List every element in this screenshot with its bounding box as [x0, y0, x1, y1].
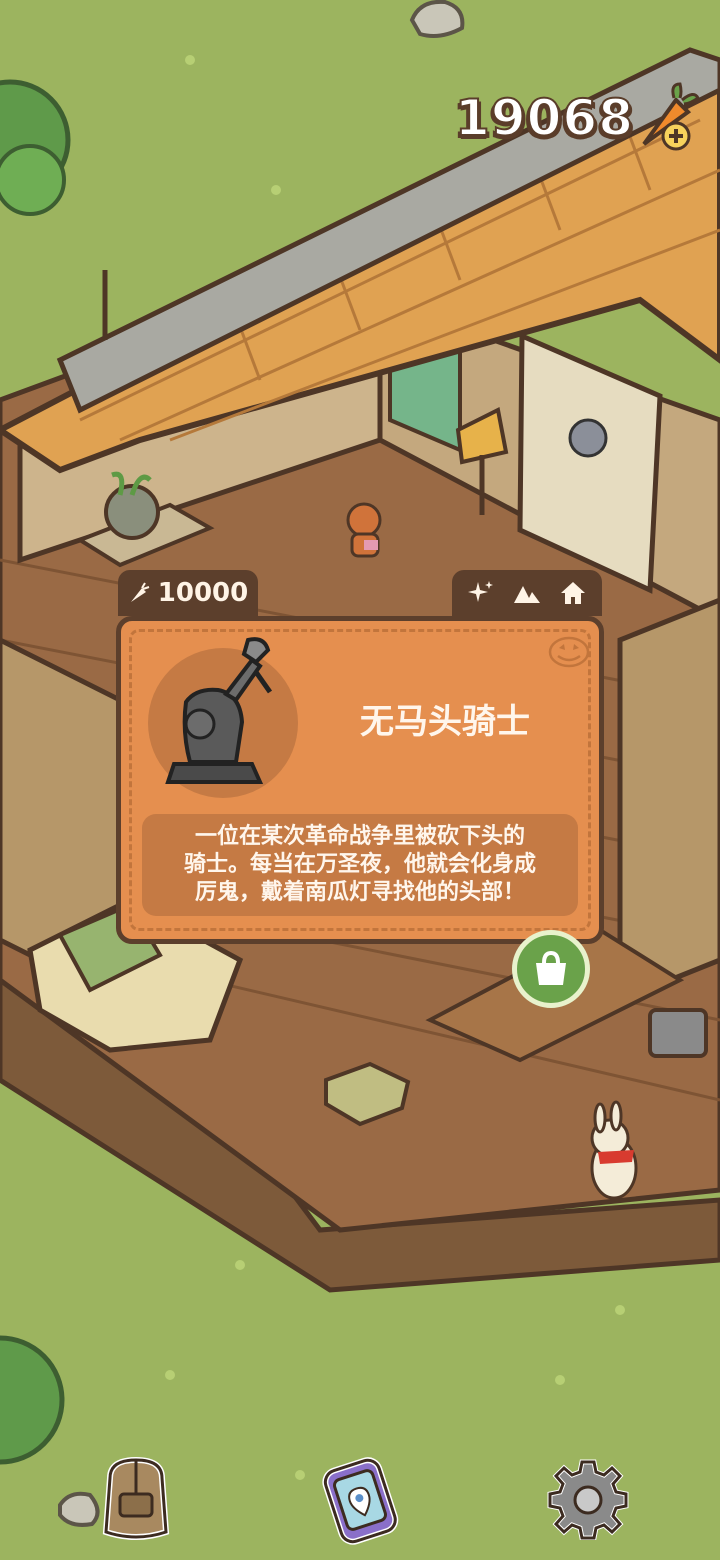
shop-button[interactable] [512, 930, 590, 1008]
rock-top [409, 0, 465, 38]
item-tags [452, 570, 602, 616]
item-description: 一位在某次革命战争里被砍下头的 骑士。每当在万圣夜，他就会化身成 厉鬼，戴着南瓜… [184, 823, 536, 907]
backpack-button[interactable] [96, 1452, 176, 1544]
carrot-add-icon[interactable] [636, 78, 700, 158]
spider-art [568, 418, 608, 458]
description-line: 厉鬼，戴着南瓜灯寻找他的头部！ [194, 880, 525, 905]
cash-register [648, 1008, 708, 1058]
gear-icon [547, 1459, 629, 1541]
description-line: 骑士。每当在万圣夜，他就会化身成 [183, 852, 536, 877]
shopping-bag-icon [536, 950, 566, 985]
settings-button[interactable] [546, 1456, 630, 1541]
jack-o-lantern-icon [548, 636, 590, 668]
price-value: 10000 [157, 578, 249, 608]
currency-display[interactable]: 19068 [454, 78, 700, 158]
phone-button[interactable] [314, 1454, 406, 1546]
phone-map-icon [322, 1457, 399, 1545]
side-wall-right [617, 597, 720, 1004]
backpack-icon [102, 1456, 170, 1540]
item-description-box: 一位在某次革命战争里被砍下头的 骑士。每当在万圣夜，他就会化身成 厉鬼，戴着南瓜… [142, 814, 578, 916]
carrot-icon [130, 582, 150, 602]
carrot-count: 19068 [454, 88, 634, 148]
headless-knight-statue-icon [165, 637, 273, 784]
house-icon [561, 582, 585, 604]
rock-bottom [58, 1491, 100, 1527]
fox-character [346, 502, 382, 558]
description-line: 一位在某次革命战争里被砍下头的 [194, 824, 525, 849]
price-tag: 10000 [118, 570, 258, 616]
item-title: 无马头骑士 [360, 702, 530, 742]
mountain-icon [514, 586, 540, 603]
sparkle-icon [468, 581, 493, 602]
